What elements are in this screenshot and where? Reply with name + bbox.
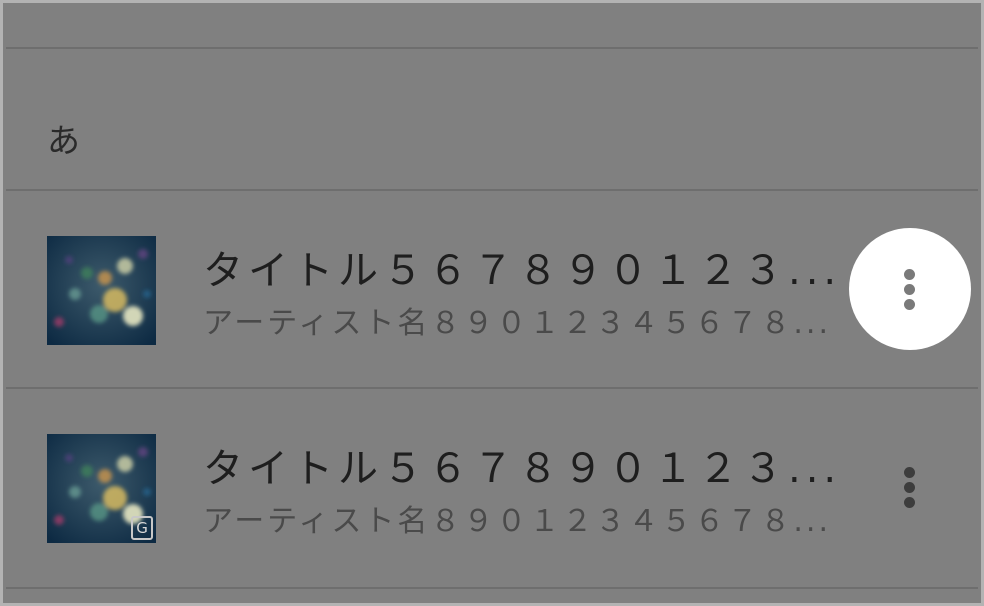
track-list-screen: あ タイトル５６７８９０１２３... アーティスト名８９０１２３４５６７８...… [0, 0, 984, 606]
track-artist: アーティスト名８９０１２３４５６７８... [203, 306, 832, 341]
divider [6, 587, 978, 589]
section-index-header: あ [47, 121, 80, 160]
track-row[interactable]: G タイトル５６７８９０１２３... アーティスト名８９０１２３４５６７８... [6, 389, 978, 585]
more-options-button[interactable] [849, 426, 971, 548]
track-row[interactable]: タイトル５６７８９０１２３... アーティスト名８９０１２３４５６７８... [6, 191, 978, 387]
album-artwork-thumbnail [47, 236, 156, 345]
track-title: タイトル５６７８９０１２３... [203, 248, 842, 294]
track-artist: アーティスト名８９０１２３４５６７８... [203, 504, 832, 539]
divider [6, 47, 978, 49]
more-options-button[interactable] [849, 228, 971, 350]
track-title: タイトル５６７８９０１２３... [203, 446, 842, 492]
source-badge-icon: G [131, 516, 153, 540]
album-artwork-thumbnail: G [47, 434, 156, 543]
